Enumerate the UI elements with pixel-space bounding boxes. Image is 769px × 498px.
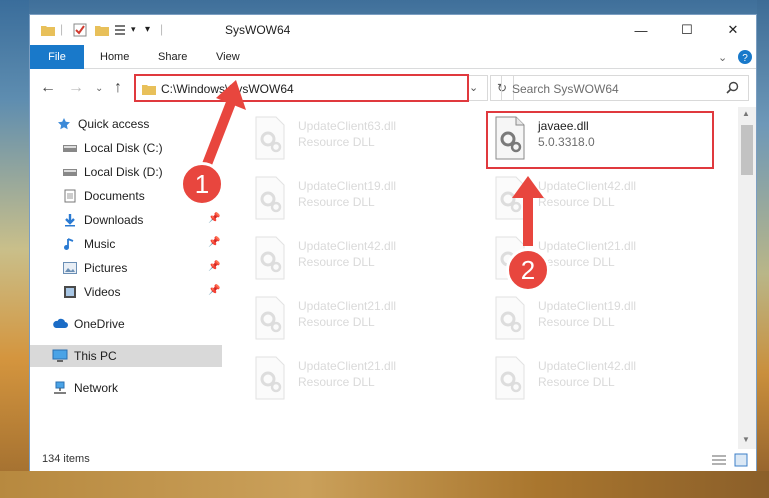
step-1-badge: 1 (180, 162, 224, 206)
tutorial-arrows (199, 80, 544, 246)
step-2-badge: 2 (506, 248, 550, 292)
